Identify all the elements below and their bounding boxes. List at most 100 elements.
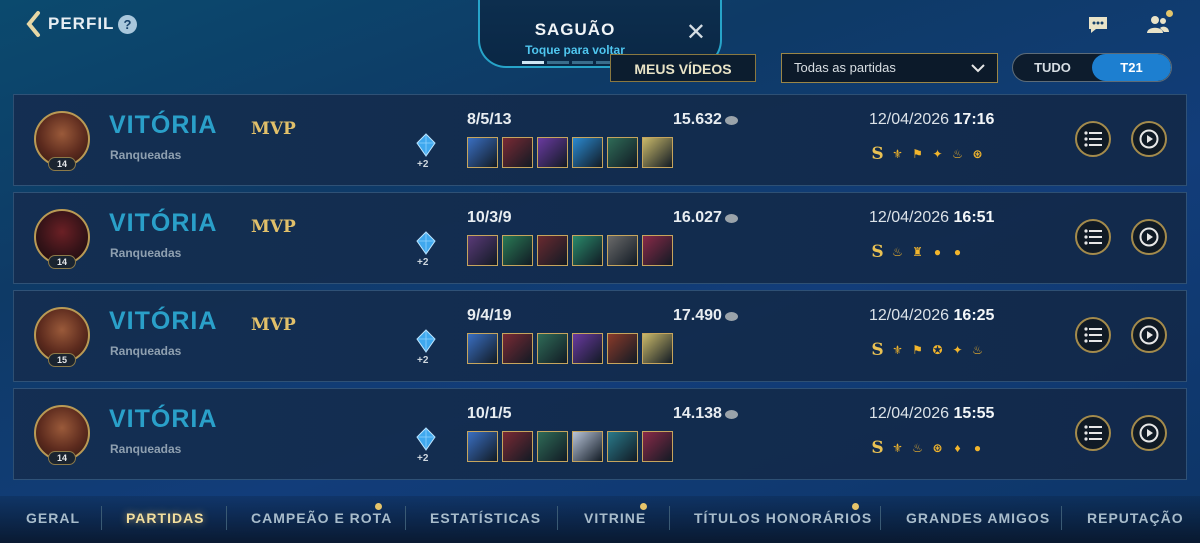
item-slot-icon[interactable] [642, 235, 673, 266]
match-result: VITÓRIA [109, 405, 218, 433]
replay-button[interactable] [1131, 415, 1167, 451]
item-slot-icon[interactable] [537, 137, 568, 168]
list-icon [1084, 131, 1102, 147]
gold-earned: 17.490 [673, 307, 738, 325]
kda: 9/4/19 [467, 307, 512, 324]
match-datetime: 12/04/2026 16:51 [869, 209, 994, 227]
lobby-title: SAGUÃO [534, 20, 616, 39]
match-row[interactable]: 14 VITÓRIA Ranqueadas MVP +2 8/5/13 15.6… [13, 94, 1187, 186]
item-slot-icon[interactable] [572, 333, 603, 364]
tab-statistics[interactable]: ESTATÍSTICAS [430, 510, 541, 526]
friends-icon[interactable] [1146, 14, 1170, 34]
match-details-button[interactable] [1075, 121, 1111, 157]
gold-value: 17.490 [673, 307, 722, 324]
achievement-icon: ⊛ [972, 146, 983, 161]
item-slot-icon[interactable] [642, 137, 673, 168]
season-option-all[interactable]: TUDO [1013, 54, 1092, 81]
season-toggle[interactable]: TUDO T21 [1012, 53, 1172, 82]
gold-earned: 14.138 [673, 405, 738, 423]
match-time: 17:16 [953, 111, 995, 128]
tab-champion-role[interactable]: CAMPEÃO E ROTA [251, 510, 392, 526]
mvp-badge: MVP [251, 119, 296, 139]
replay-button[interactable] [1131, 121, 1167, 157]
achievement-icon: ⚜ [892, 342, 903, 357]
item-slot-icon[interactable] [502, 137, 533, 168]
match-details-button[interactable] [1075, 219, 1111, 255]
item-slot-icon[interactable] [502, 431, 533, 462]
crystal-icon [416, 329, 436, 353]
gold-icon [724, 409, 738, 419]
achievement-badges: S ⚜ ♨ ⊛ ♦ ● [869, 438, 986, 458]
tab-reputation[interactable]: REPUTAÇÃO [1087, 510, 1184, 526]
help-icon[interactable]: ? [118, 15, 137, 34]
item-slot-icon[interactable] [467, 235, 498, 266]
match-result: VITÓRIA [109, 307, 218, 335]
achievement-icon: ⚜ [892, 146, 903, 161]
rank-s-badge: S [871, 339, 884, 360]
achievement-icon: ♨ [952, 146, 963, 161]
achievement-badges: S ⚜ ⚑ ✪ ✦ ♨ [869, 339, 986, 360]
item-slot-icon[interactable] [572, 431, 603, 462]
item-slot-icon[interactable] [467, 137, 498, 168]
list-icon [1084, 425, 1102, 441]
tab-best-friends[interactable]: GRANDES AMIGOS [906, 510, 1050, 526]
match-datetime: 12/04/2026 16:25 [869, 307, 994, 325]
back-button[interactable]: PERFIL [24, 10, 114, 38]
match-row[interactable]: 14 VITÓRIA Ranqueadas +2 10/1/5 14.138 1… [13, 388, 1187, 480]
item-slot-icon[interactable] [502, 235, 533, 266]
match-filter-select[interactable]: Todas as partidas [781, 53, 998, 83]
replay-button[interactable] [1131, 317, 1167, 353]
item-slot-icon[interactable] [607, 235, 638, 266]
season-option-current[interactable]: T21 [1092, 54, 1171, 81]
gold-value: 15.632 [673, 111, 722, 128]
item-slot-icon[interactable] [537, 235, 568, 266]
chevron-down-icon [971, 64, 985, 73]
match-date: 12/04/2026 [869, 405, 950, 422]
tab-showcase[interactable]: VITRINE [584, 510, 646, 526]
notification-dot [375, 503, 382, 510]
replay-button[interactable] [1131, 219, 1167, 255]
item-slot-icon[interactable] [467, 333, 498, 364]
item-slot-icon[interactable] [607, 333, 638, 364]
champion-level: 14 [48, 451, 76, 465]
item-slot-icon[interactable] [502, 333, 533, 364]
match-date: 12/04/2026 [869, 209, 950, 226]
achievement-icon: ✪ [932, 342, 943, 357]
item-slot-icon[interactable] [642, 333, 673, 364]
item-slot-icon[interactable] [607, 137, 638, 168]
match-history-list: 14 VITÓRIA Ranqueadas MVP +2 8/5/13 15.6… [13, 94, 1187, 486]
match-details-button[interactable] [1075, 317, 1111, 353]
my-videos-button[interactable]: MEUS VÍDEOS [610, 54, 756, 82]
achievement-icon: ⚜ [892, 440, 903, 455]
item-slot-icon[interactable] [607, 431, 638, 462]
match-mode: Ranqueadas [110, 246, 182, 260]
item-slot-icon[interactable] [537, 431, 568, 462]
replay-icon [1139, 423, 1159, 443]
item-slot-icon[interactable] [537, 333, 568, 364]
close-icon[interactable]: ✕ [686, 18, 706, 47]
tab-matches[interactable]: PARTIDAS [126, 510, 205, 526]
match-row[interactable]: 14 VITÓRIA Ranqueadas MVP +2 10/3/9 16.0… [13, 192, 1187, 284]
crystal-icon [416, 427, 436, 451]
rank-s-badge: S [871, 143, 884, 164]
item-slot-icon[interactable] [642, 431, 673, 462]
match-mode: Ranqueadas [110, 344, 182, 358]
gold-icon [724, 311, 738, 321]
match-datetime: 12/04/2026 15:55 [869, 405, 994, 423]
extra-count: +2 [417, 355, 429, 366]
item-slot-icon[interactable] [467, 431, 498, 462]
achievement-icon: ♦ [954, 440, 961, 455]
tab-divider [226, 506, 227, 530]
tab-general[interactable]: GERAL [26, 510, 80, 526]
tab-divider [557, 506, 558, 530]
achievement-icon: ♜ [912, 244, 923, 259]
tab-honor-titles[interactable]: TÍTULOS HONORÁRIOS [694, 510, 872, 526]
filter-value: Todas as partidas [794, 60, 896, 75]
chat-icon[interactable] [1087, 15, 1109, 35]
match-row[interactable]: 15 VITÓRIA Ranqueadas MVP +2 9/4/19 17.4… [13, 290, 1187, 382]
match-details-button[interactable] [1075, 415, 1111, 451]
item-slot-icon[interactable] [572, 235, 603, 266]
item-slot-icon[interactable] [572, 137, 603, 168]
achievement-icon: ● [973, 440, 982, 455]
chevron-left-icon [26, 11, 40, 37]
